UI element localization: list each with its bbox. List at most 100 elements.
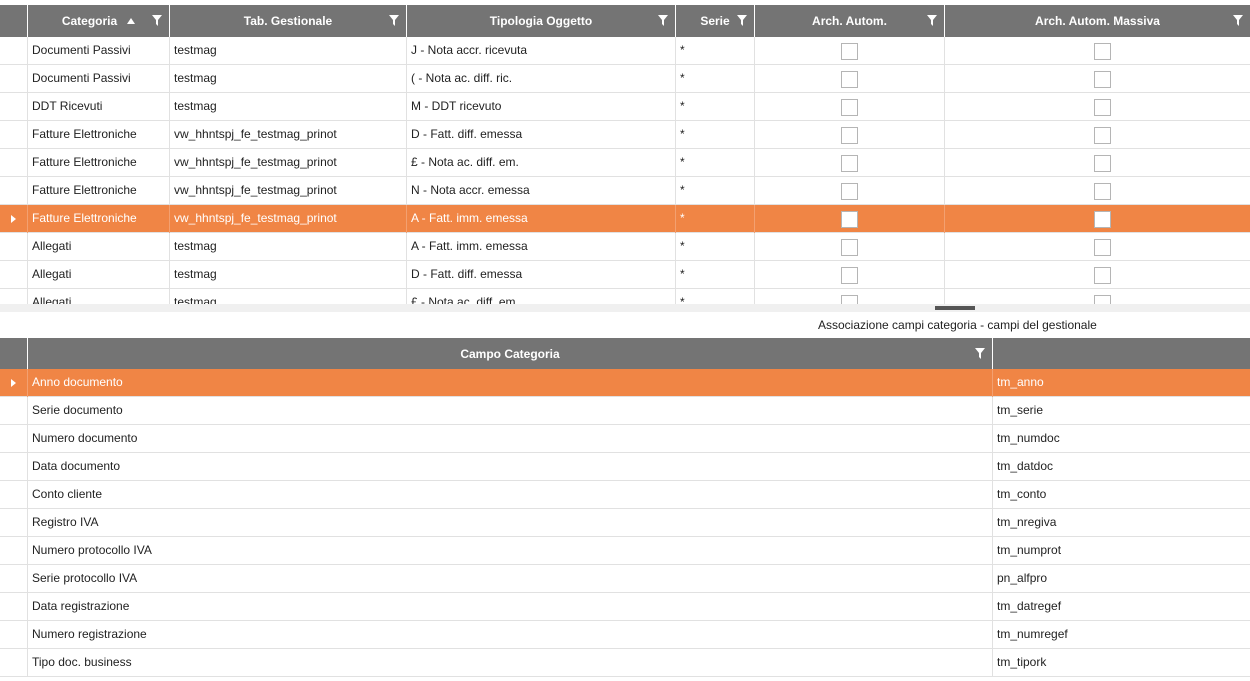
column-header-categoria[interactable]: Categoria bbox=[28, 5, 170, 37]
cell-serie[interactable]: * bbox=[676, 205, 755, 233]
filter-icon[interactable] bbox=[1233, 15, 1243, 26]
cell-serie[interactable]: * bbox=[676, 233, 755, 261]
cell-serie[interactable]: * bbox=[676, 261, 755, 289]
table-row[interactable]: Tipo doc. business tm_tipork bbox=[0, 649, 1250, 677]
row-indicator[interactable] bbox=[0, 37, 28, 65]
row-indicator[interactable] bbox=[0, 261, 28, 289]
cell-tipologia-oggetto[interactable]: ( - Nota ac. diff. ric. bbox=[407, 65, 676, 93]
row-indicator[interactable] bbox=[0, 205, 28, 233]
cell-campo-categoria[interactable]: Numero documento bbox=[28, 425, 993, 453]
arch-autom-checkbox[interactable] bbox=[841, 211, 858, 228]
cell-serie[interactable]: * bbox=[676, 65, 755, 93]
row-indicator[interactable] bbox=[0, 621, 28, 649]
cell-tab-gestionale[interactable]: vw_hhntspj_fe_testmag_prinot bbox=[170, 177, 407, 205]
table-row[interactable]: Serie protocollo IVA pn_alfpro bbox=[0, 565, 1250, 593]
cell-tipologia-oggetto[interactable]: A - Fatt. imm. emessa bbox=[407, 233, 676, 261]
column-header-campo-categoria[interactable]: Campo Categoria bbox=[28, 338, 993, 369]
cell-serie[interactable]: * bbox=[676, 37, 755, 65]
cell-campo-gestionale[interactable]: pn_alfpro bbox=[993, 565, 1250, 593]
cell-categoria[interactable]: Documenti Passivi bbox=[28, 37, 170, 65]
table-row[interactable]: Numero documento tm_numdoc bbox=[0, 425, 1250, 453]
cell-campo-categoria[interactable]: Conto cliente bbox=[28, 481, 993, 509]
cell-tab-gestionale[interactable]: testmag bbox=[170, 93, 407, 121]
cell-campo-categoria[interactable]: Anno documento bbox=[28, 369, 993, 397]
filter-icon[interactable] bbox=[658, 15, 668, 26]
table-row[interactable]: Numero registrazione tm_numregef bbox=[0, 621, 1250, 649]
row-indicator[interactable] bbox=[0, 65, 28, 93]
cell-campo-categoria[interactable]: Numero protocollo IVA bbox=[28, 537, 993, 565]
cell-campo-gestionale[interactable]: tm_tipork bbox=[993, 649, 1250, 677]
cell-categoria[interactable]: Fatture Elettroniche bbox=[28, 149, 170, 177]
row-indicator[interactable] bbox=[0, 369, 28, 397]
cell-campo-gestionale[interactable]: tm_datregef bbox=[993, 593, 1250, 621]
table-row[interactable]: Data registrazione tm_datregef bbox=[0, 593, 1250, 621]
cell-tab-gestionale[interactable]: testmag bbox=[170, 37, 407, 65]
table-row[interactable]: Allegati testmag A - Fatt. imm. emessa * bbox=[0, 233, 1250, 261]
cell-campo-categoria[interactable]: Data documento bbox=[28, 453, 993, 481]
column-header-tab-gestionale[interactable]: Tab. Gestionale bbox=[170, 5, 407, 37]
cell-serie[interactable]: * bbox=[676, 93, 755, 121]
splitter-handle[interactable] bbox=[935, 306, 975, 310]
arch-autom-massiva-checkbox[interactable] bbox=[1094, 99, 1111, 116]
table-row[interactable]: Anno documento tm_anno bbox=[0, 369, 1250, 397]
cell-campo-categoria[interactable]: Tipo doc. business bbox=[28, 649, 993, 677]
filter-icon[interactable] bbox=[737, 15, 747, 26]
cell-campo-categoria[interactable]: Numero registrazione bbox=[28, 621, 993, 649]
cell-tipologia-oggetto[interactable]: N - Nota accr. emessa bbox=[407, 177, 676, 205]
cell-tab-gestionale[interactable]: testmag bbox=[170, 233, 407, 261]
cell-campo-gestionale[interactable]: tm_numregef bbox=[993, 621, 1250, 649]
arch-autom-checkbox[interactable] bbox=[841, 43, 858, 60]
table-row[interactable]: Numero protocollo IVA tm_numprot bbox=[0, 537, 1250, 565]
table-row[interactable]: Allegati testmag £ - Nota ac. diff. em. * bbox=[0, 289, 1250, 304]
arch-autom-massiva-checkbox[interactable] bbox=[1094, 183, 1111, 200]
cell-campo-gestionale[interactable]: tm_numprot bbox=[993, 537, 1250, 565]
table-row[interactable]: DDT Ricevuti testmag M - DDT ricevuto * bbox=[0, 93, 1250, 121]
filter-icon[interactable] bbox=[975, 348, 985, 359]
cell-tab-gestionale[interactable]: testmag bbox=[170, 261, 407, 289]
cell-serie[interactable]: * bbox=[676, 149, 755, 177]
row-indicator[interactable] bbox=[0, 453, 28, 481]
cell-campo-gestionale[interactable]: tm_anno bbox=[993, 369, 1250, 397]
row-indicator[interactable] bbox=[0, 593, 28, 621]
panel-splitter[interactable] bbox=[0, 304, 1250, 312]
cell-tab-gestionale[interactable]: vw_hhntspj_fe_testmag_prinot bbox=[170, 149, 407, 177]
arch-autom-massiva-checkbox[interactable] bbox=[1094, 295, 1111, 304]
row-indicator[interactable] bbox=[0, 177, 28, 205]
cell-campo-categoria[interactable]: Serie protocollo IVA bbox=[28, 565, 993, 593]
row-indicator[interactable] bbox=[0, 649, 28, 677]
cell-tab-gestionale[interactable]: vw_hhntspj_fe_testmag_prinot bbox=[170, 121, 407, 149]
cell-campo-categoria[interactable]: Serie documento bbox=[28, 397, 993, 425]
cell-campo-categoria[interactable]: Data registrazione bbox=[28, 593, 993, 621]
row-indicator[interactable] bbox=[0, 233, 28, 261]
row-indicator[interactable] bbox=[0, 509, 28, 537]
column-header-campo-gestionale[interactable] bbox=[993, 338, 1250, 369]
row-indicator[interactable] bbox=[0, 289, 28, 304]
cell-categoria[interactable]: Allegati bbox=[28, 261, 170, 289]
table-row[interactable]: Allegati testmag D - Fatt. diff. emessa * bbox=[0, 261, 1250, 289]
filter-icon[interactable] bbox=[152, 15, 162, 26]
sort-ascending-icon[interactable] bbox=[127, 18, 136, 24]
arch-autom-checkbox[interactable] bbox=[841, 155, 858, 172]
table-row[interactable]: Fatture Elettroniche vw_hhntspj_fe_testma… bbox=[0, 121, 1250, 149]
cell-tipologia-oggetto[interactable]: M - DDT ricevuto bbox=[407, 93, 676, 121]
table-row[interactable]: Data documento tm_datdoc bbox=[0, 453, 1250, 481]
cell-categoria[interactable]: Documenti Passivi bbox=[28, 65, 170, 93]
cell-categoria[interactable]: Fatture Elettroniche bbox=[28, 121, 170, 149]
cell-tab-gestionale[interactable]: testmag bbox=[170, 65, 407, 93]
cell-serie[interactable]: * bbox=[676, 289, 755, 304]
cell-campo-categoria[interactable]: Registro IVA bbox=[28, 509, 993, 537]
arch-autom-massiva-checkbox[interactable] bbox=[1094, 71, 1111, 88]
row-indicator[interactable] bbox=[0, 481, 28, 509]
cell-tab-gestionale[interactable]: vw_hhntspj_fe_testmag_prinot bbox=[170, 205, 407, 233]
table-row[interactable]: Conto cliente tm_conto bbox=[0, 481, 1250, 509]
cell-campo-gestionale[interactable]: tm_serie bbox=[993, 397, 1250, 425]
cell-categoria[interactable]: Fatture Elettroniche bbox=[28, 177, 170, 205]
arch-autom-checkbox[interactable] bbox=[841, 267, 858, 284]
arch-autom-massiva-checkbox[interactable] bbox=[1094, 239, 1111, 256]
arch-autom-checkbox[interactable] bbox=[841, 239, 858, 256]
row-indicator[interactable] bbox=[0, 397, 28, 425]
cell-tipologia-oggetto[interactable]: J - Nota accr. ricevuta bbox=[407, 37, 676, 65]
table-row[interactable]: Documenti Passivi testmag J - Nota accr. r… bbox=[0, 37, 1250, 65]
cell-tipologia-oggetto[interactable]: £ - Nota ac. diff. em. bbox=[407, 289, 676, 304]
cell-categoria[interactable]: DDT Ricevuti bbox=[28, 93, 170, 121]
